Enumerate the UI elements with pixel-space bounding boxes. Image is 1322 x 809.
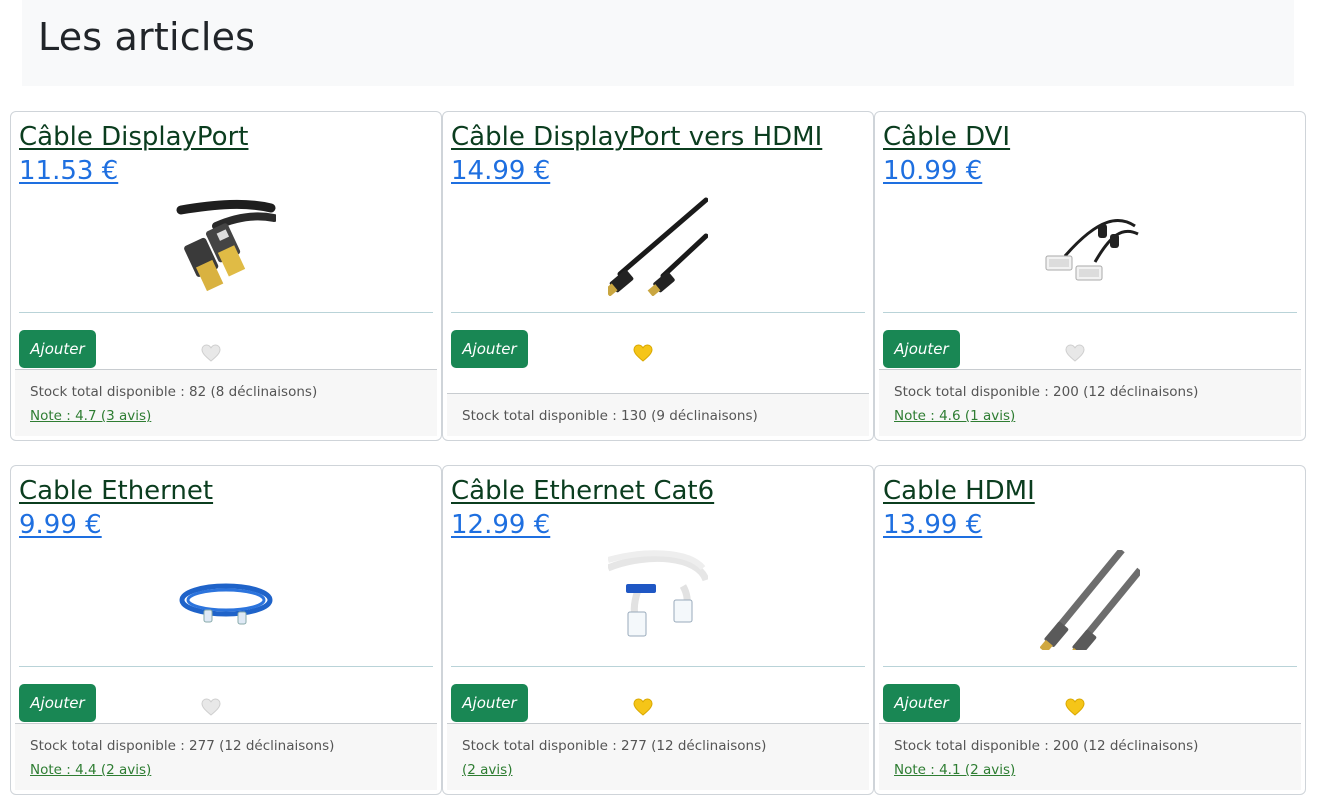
product-card: Câble DisplayPort 11.53 € Ajouter Stock … <box>10 111 442 441</box>
add-button[interactable]: Ajouter <box>19 330 96 368</box>
product-price-link[interactable]: 10.99 € <box>883 154 982 188</box>
card-divider <box>19 666 433 667</box>
rating-link[interactable]: Note : 4.4 (2 avis) <box>30 762 151 778</box>
product-price-link[interactable]: 13.99 € <box>883 508 982 542</box>
product-price-link[interactable]: 11.53 € <box>19 154 118 188</box>
stock-text: Stock total disponible : 277 (12 déclina… <box>30 738 335 754</box>
heart-icon[interactable] <box>201 344 221 362</box>
heart-icon[interactable] <box>1065 698 1085 716</box>
product-title-link[interactable]: Cable HDMI <box>883 474 1035 508</box>
product-price-link[interactable]: 14.99 € <box>451 154 550 188</box>
page-header: Les articles <box>22 0 1294 86</box>
product-title-link[interactable]: Câble Ethernet Cat6 <box>451 474 714 508</box>
rating-link[interactable]: Note : 4.6 (1 avis) <box>894 408 1015 424</box>
product-title-link[interactable]: Cable Ethernet <box>19 474 213 508</box>
card-divider <box>883 312 1297 313</box>
rating-link[interactable]: (2 avis) <box>462 762 512 778</box>
product-card: Câble Ethernet Cat6 12.99 € Ajouter Stoc… <box>442 465 874 795</box>
card-divider <box>451 312 865 313</box>
product-card: Câble DisplayPort vers HDMI 14.99 € Ajou… <box>442 111 874 441</box>
stock-text: Stock total disponible : 130 (9 déclinai… <box>462 408 758 424</box>
card-divider <box>883 666 1297 667</box>
add-button[interactable]: Ajouter <box>451 684 528 722</box>
heart-icon[interactable] <box>201 698 221 716</box>
stock-text: Stock total disponible : 277 (12 déclina… <box>462 738 767 754</box>
stock-text: Stock total disponible : 200 (12 déclina… <box>894 384 1199 400</box>
product-card-body: Câble DVI 10.99 € <box>875 112 1305 313</box>
dvi-cable-image[interactable] <box>1040 196 1140 296</box>
product-card: Cable HDMI 13.99 € Ajouter Stock total d… <box>874 465 1306 795</box>
product-grid: Câble DisplayPort 11.53 € Ajouter Stock … <box>10 111 1306 795</box>
hdmi-cable-image[interactable] <box>1040 550 1140 650</box>
product-title-link[interactable]: Câble DVI <box>883 120 1010 154</box>
stock-footer: Stock total disponible : 130 (9 déclinai… <box>447 393 869 436</box>
rating-link[interactable]: Note : 4.7 (3 avis) <box>30 408 151 424</box>
page-title: Les articles <box>38 15 256 59</box>
stock-text: Stock total disponible : 82 (8 déclinais… <box>30 384 318 400</box>
card-divider <box>19 312 433 313</box>
heart-icon[interactable] <box>1065 344 1085 362</box>
stock-footer: Stock total disponible : 277 (12 déclina… <box>447 723 869 790</box>
add-button[interactable]: Ajouter <box>19 684 96 722</box>
product-card: Cable Ethernet 9.99 € Ajouter Stock tota… <box>10 465 442 795</box>
heart-icon[interactable] <box>633 344 653 362</box>
stock-footer: Stock total disponible : 277 (12 déclina… <box>15 723 437 790</box>
stock-footer: Stock total disponible : 82 (8 déclinais… <box>15 369 437 436</box>
add-button[interactable]: Ajouter <box>451 330 528 368</box>
displayport-cable-image[interactable] <box>176 196 276 296</box>
product-card-body: Câble DisplayPort vers HDMI 14.99 € <box>443 112 873 313</box>
product-price-link[interactable]: 9.99 € <box>19 508 102 542</box>
stock-footer: Stock total disponible : 200 (12 déclina… <box>879 723 1301 790</box>
heart-icon[interactable] <box>633 698 653 716</box>
card-divider <box>451 666 865 667</box>
rating-link[interactable]: Note : 4.1 (2 avis) <box>894 762 1015 778</box>
stock-footer: Stock total disponible : 200 (12 déclina… <box>879 369 1301 436</box>
add-button[interactable]: Ajouter <box>883 684 960 722</box>
ethernet-cat6-cable-image[interactable] <box>608 550 708 650</box>
displayport-hdmi-cable-image[interactable] <box>608 196 708 296</box>
product-card-body: Cable Ethernet 9.99 € <box>11 466 441 667</box>
product-card-body: Câble DisplayPort 11.53 € <box>11 112 441 313</box>
product-title-link[interactable]: Câble DisplayPort <box>19 120 248 154</box>
product-title-link[interactable]: Câble DisplayPort vers HDMI <box>451 120 822 154</box>
stock-text: Stock total disponible : 200 (12 déclina… <box>894 738 1199 754</box>
add-button[interactable]: Ajouter <box>883 330 960 368</box>
product-price-link[interactable]: 12.99 € <box>451 508 550 542</box>
ethernet-cable-image[interactable] <box>176 550 276 650</box>
product-card-body: Câble Ethernet Cat6 12.99 € <box>443 466 873 667</box>
product-card: Câble DVI 10.99 € Ajouter Stock total di… <box>874 111 1306 441</box>
product-card-body: Cable HDMI 13.99 € <box>875 466 1305 667</box>
